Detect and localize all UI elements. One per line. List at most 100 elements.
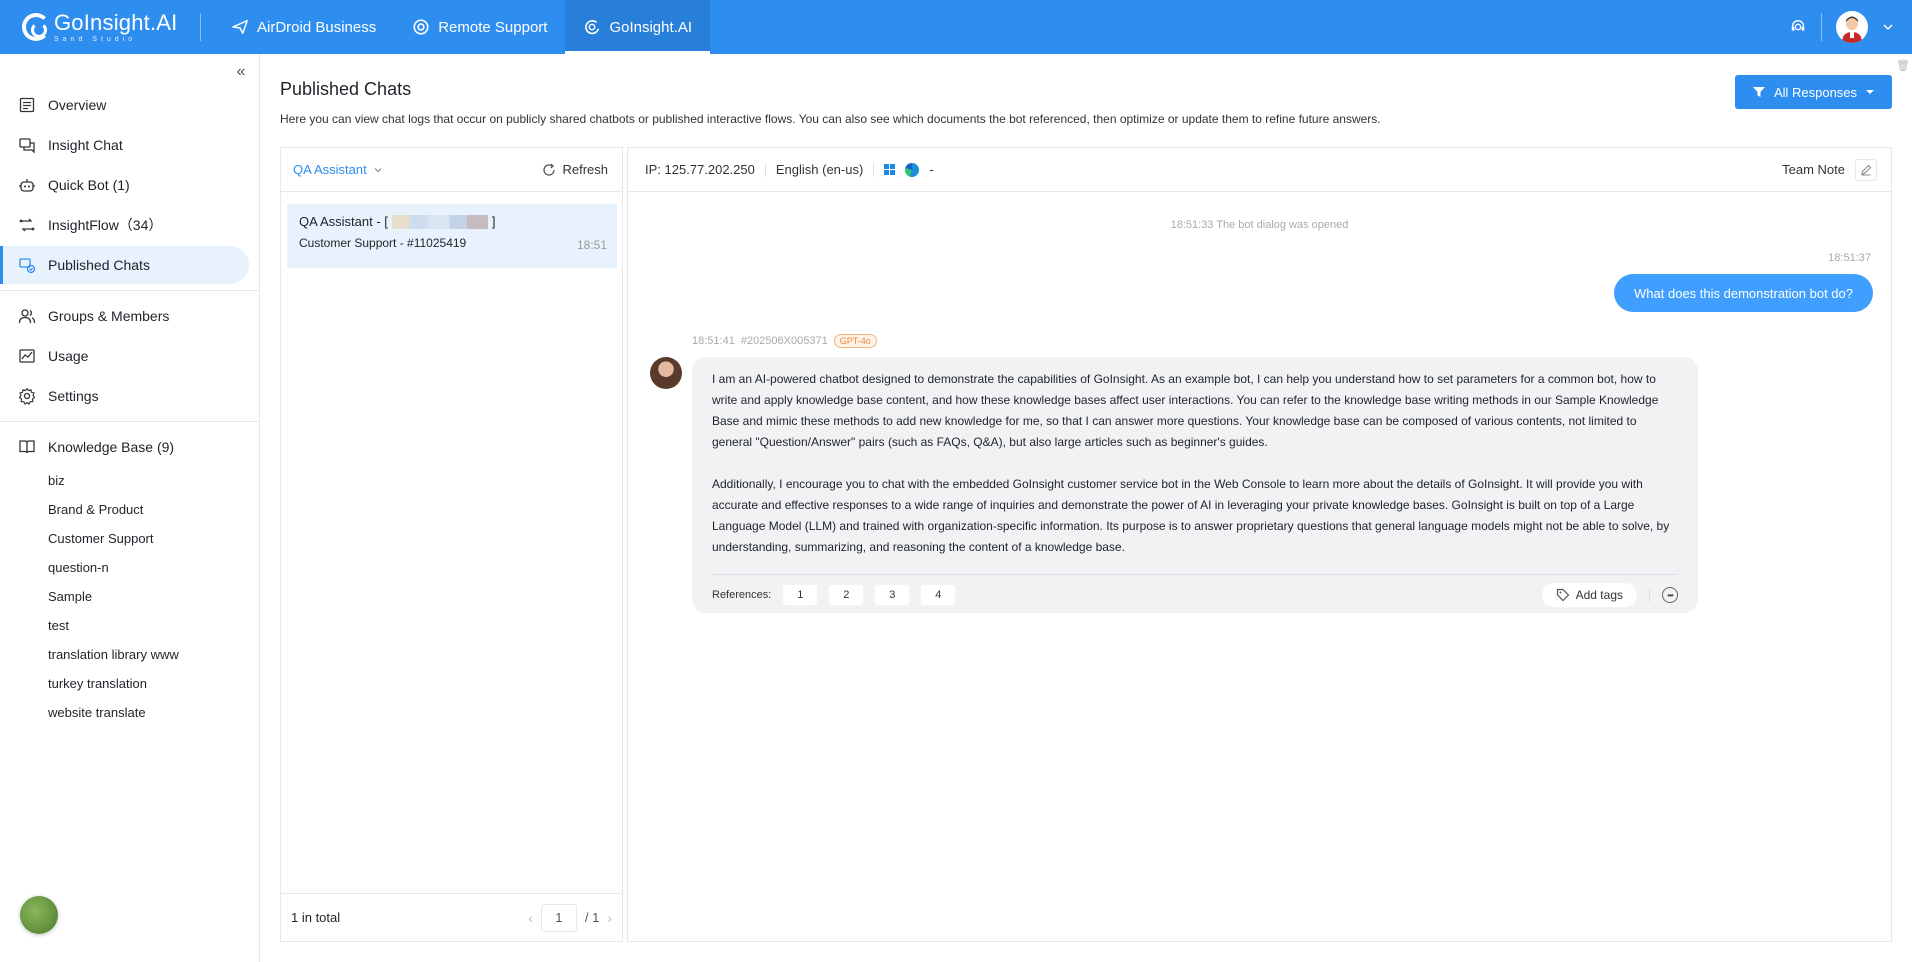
sidebar-item-label: Groups & Members — [48, 308, 170, 324]
overview-icon — [19, 97, 35, 113]
filter-icon — [1752, 87, 1765, 97]
model-badge: GPT-4o — [833, 334, 877, 348]
sidebar-divider — [0, 290, 259, 291]
conversation-panel: IP: 125.77.202.250 English (en-us) - Tea… — [627, 147, 1892, 942]
kb-item[interactable]: test — [0, 611, 259, 640]
sidebar-item-label: InsightFlow（34） — [48, 217, 163, 233]
published-chats-icon — [19, 258, 36, 274]
reference-button[interactable]: 4 — [921, 585, 956, 605]
goinsight-logo[interactable]: GoInsight.AI Sand Studio — [0, 0, 200, 54]
bot-message-meta: 18:51:41 #202506X005371 GPT-4o — [692, 334, 877, 348]
bot-avatar — [650, 357, 682, 389]
page-number-input[interactable]: 1 — [540, 903, 577, 932]
pencil-icon — [1861, 164, 1872, 175]
bot-message-time: 18:51:41 — [692, 335, 735, 347]
kb-item[interactable]: turkey translation — [0, 669, 259, 698]
top-bar: GoInsight.AI Sand Studio AirDroid Busine… — [0, 0, 1912, 54]
references-label: References: — [712, 589, 772, 601]
all-responses-filter-button[interactable]: All Responses — [1735, 75, 1892, 109]
chat-icon — [19, 138, 35, 154]
page-title: Published Chats — [280, 79, 412, 99]
collapse-sidebar-icon[interactable]: « — [231, 62, 251, 82]
chat-item-time: 18:51 — [576, 238, 607, 252]
add-tags-button[interactable]: Add tags — [1541, 583, 1637, 607]
gear-icon — [18, 387, 36, 405]
assistant-select[interactable]: QA Assistant — [293, 162, 383, 177]
flow-icon — [19, 218, 35, 232]
chat-item-title-suffix: ] — [491, 214, 496, 229]
header-separator — [764, 162, 766, 177]
reference-button[interactable]: 2 — [829, 585, 864, 605]
sidebar: « Overview Insight Chat Quick Bot (1) In… — [0, 54, 260, 962]
kb-item[interactable]: translation library www — [0, 640, 259, 669]
lifebuoy-icon — [413, 19, 429, 35]
add-tags-label: Add tags — [1575, 588, 1623, 602]
trash-icon[interactable]: 🗑 — [1896, 59, 1910, 73]
sidebar-item-usage[interactable]: Usage — [2, 337, 249, 375]
top-nav-airdroid-business[interactable]: AirDroid Business — [213, 0, 394, 54]
support-agent-icon[interactable] — [1789, 18, 1807, 36]
refresh-label: Refresh — [562, 162, 608, 177]
usage-icon — [19, 349, 35, 363]
reference-button[interactable]: 3 — [875, 585, 910, 605]
visitor-ip: IP: 125.77.202.250 — [645, 162, 755, 177]
bot-message-paragraph: I am an AI-powered chatbot designed to d… — [712, 372, 1659, 449]
knowledge-base-label: Knowledge Base (9) — [48, 439, 175, 455]
visitor-extra: - — [929, 162, 934, 177]
chevron-down-icon[interactable] — [1882, 21, 1894, 33]
top-divider — [200, 13, 201, 41]
next-page-icon[interactable]: › — [607, 910, 612, 926]
user-message-time: 18:51:37 — [1828, 252, 1871, 264]
top-nav-label: AirDroid Business — [257, 18, 377, 36]
top-nav-remote-support[interactable]: Remote Support — [394, 0, 565, 54]
assistant-select-label: QA Assistant — [293, 162, 367, 177]
sidebar-item-insight-chat[interactable]: Insight Chat — [2, 126, 249, 164]
top-nav-label: GoInsight.AI — [609, 18, 692, 36]
user-message-bubble: What does this demonstration bot do? — [1614, 274, 1873, 312]
sidebar-item-label: Insight Chat — [48, 137, 123, 153]
edit-note-button[interactable] — [1855, 158, 1877, 181]
header-separator — [873, 162, 875, 177]
logo-subtitle: Sand Studio — [54, 35, 137, 43]
chevron-down-icon — [374, 167, 382, 172]
sidebar-item-label: Quick Bot (1) — [48, 177, 130, 193]
refresh-button[interactable]: Refresh — [542, 162, 608, 177]
sidebar-item-published-chats[interactable]: Published Chats — [0, 246, 249, 284]
prev-page-icon[interactable]: ‹ — [528, 910, 533, 926]
user-avatar[interactable] — [1836, 11, 1868, 43]
bot-icon — [19, 179, 35, 192]
team-note-label: Team Note — [1782, 162, 1845, 177]
foot-divider — [1649, 588, 1650, 602]
tag-icon — [1556, 588, 1569, 602]
kb-item[interactable]: website translate — [0, 698, 259, 727]
sidebar-item-groups-members[interactable]: Groups & Members — [2, 297, 249, 335]
team-note: Team Note — [1782, 158, 1877, 181]
chat-item-subtitle: Customer Support - #11025419 — [299, 236, 467, 250]
pagination: ‹ 1 / 1 › — [528, 903, 612, 932]
kb-item[interactable]: biz — [0, 466, 259, 495]
kb-item[interactable]: question-n — [0, 553, 259, 582]
goinsight-icon — [585, 20, 600, 35]
top-nav-goinsight[interactable]: GoInsight.AI — [565, 0, 710, 54]
sidebar-item-label: Usage — [48, 348, 89, 364]
page-total: / 1 — [584, 910, 600, 925]
users-icon — [18, 309, 36, 324]
kb-item[interactable]: Sample — [0, 582, 259, 611]
system-message: 18:51:33 The bot dialog was opened — [1170, 219, 1349, 231]
assistant-launcher-avatar[interactable] — [20, 896, 58, 934]
sidebar-item-quick-bot[interactable]: Quick Bot (1) — [2, 166, 249, 204]
chat-list-item[interactable]: QA Assistant - [ ] Customer Support - #1… — [287, 204, 617, 268]
user-avatar-icon — [1842, 16, 1862, 43]
reference-button[interactable]: 1 — [783, 585, 818, 605]
total-count: 1 in total — [291, 910, 341, 925]
kb-item[interactable]: Brand & Product — [0, 495, 259, 524]
sidebar-item-insightflow[interactable]: InsightFlow（34） — [2, 206, 249, 244]
more-options-icon[interactable]: ••• — [1662, 587, 1678, 603]
sidebar-item-overview[interactable]: Overview — [2, 86, 249, 124]
sidebar-item-settings[interactable]: Settings — [2, 377, 249, 415]
windows-icon — [884, 164, 896, 175]
sidebar-knowledge-base-header[interactable]: Knowledge Base (9) — [0, 428, 259, 466]
chat-item-title-prefix: QA Assistant - [ — [299, 214, 388, 229]
sidebar-item-label: Overview — [48, 97, 107, 113]
kb-item[interactable]: Customer Support — [0, 524, 259, 553]
